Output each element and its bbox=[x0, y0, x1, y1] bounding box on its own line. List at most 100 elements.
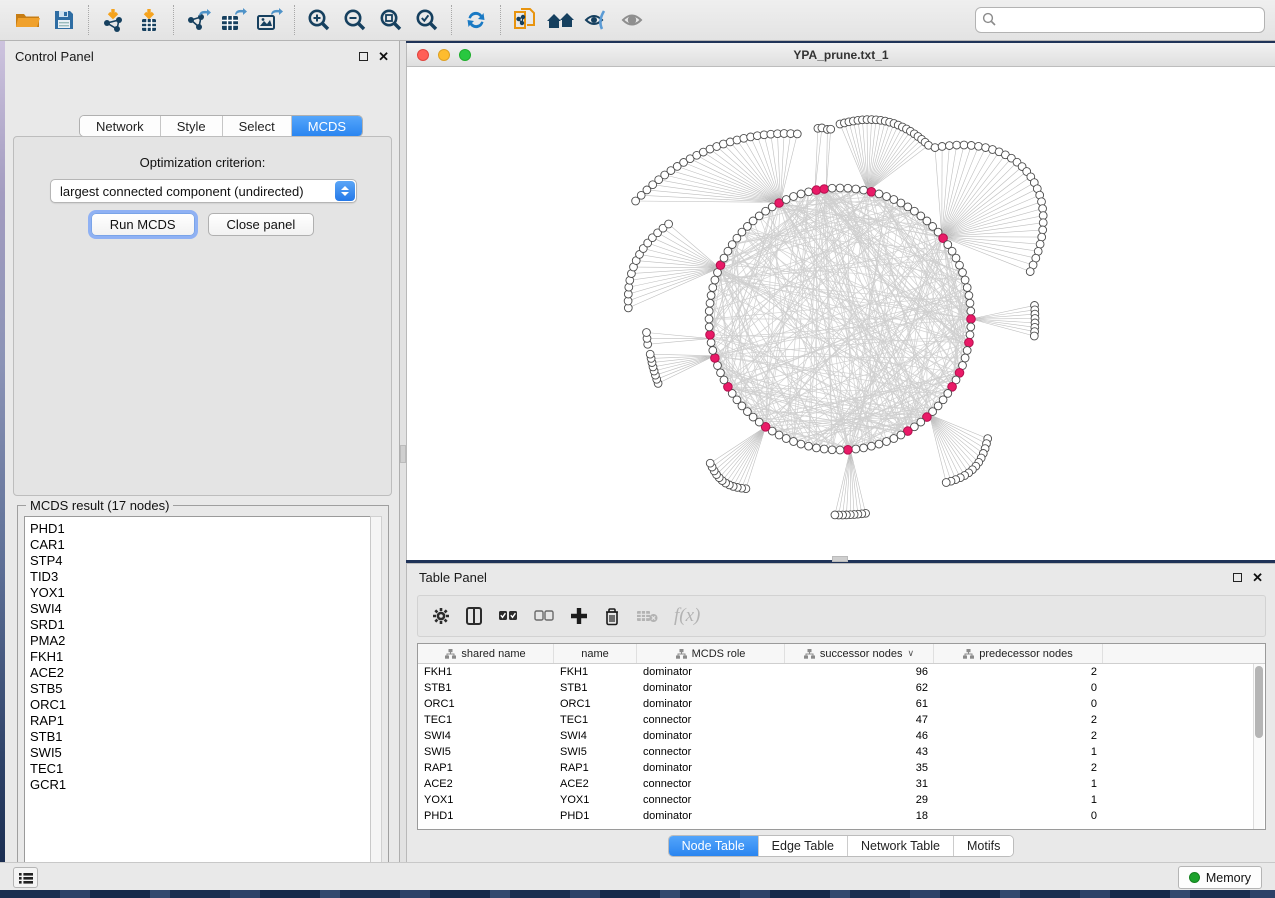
mcds-result-item[interactable]: RAP1 bbox=[30, 713, 371, 729]
mcds-result-item[interactable]: STB1 bbox=[30, 729, 371, 745]
table-scrollbar[interactable] bbox=[1253, 664, 1264, 829]
table-row[interactable]: PHD1PHD1dominator180 bbox=[418, 808, 1265, 824]
column-header-successor-nodes[interactable]: successor nodes ∨ bbox=[785, 644, 934, 663]
mcds-result-item[interactable]: TID3 bbox=[30, 569, 371, 585]
zoom-out-icon bbox=[343, 8, 367, 32]
tab-node-table[interactable]: Node Table bbox=[669, 836, 759, 856]
control-panel-title: Control Panel bbox=[15, 49, 94, 64]
home-button[interactable] bbox=[544, 4, 578, 36]
mcds-result-item[interactable]: PHD1 bbox=[30, 521, 371, 537]
hide-selected-button[interactable] bbox=[580, 4, 614, 36]
table-cell: dominator bbox=[637, 730, 785, 742]
mcds-result-scrollbar[interactable] bbox=[370, 516, 382, 872]
clone-network-button[interactable] bbox=[508, 4, 542, 36]
memory-button[interactable]: Memory bbox=[1178, 866, 1262, 889]
zoom-selected-button[interactable] bbox=[410, 4, 444, 36]
mcds-result-group: MCDS result (17 nodes) PHD1CAR1STP4TID3Y… bbox=[17, 505, 389, 879]
mcds-result-item[interactable]: SWI5 bbox=[30, 745, 371, 761]
run-mcds-button[interactable]: Run MCDS bbox=[91, 213, 195, 236]
tab-select[interactable]: Select bbox=[223, 116, 292, 136]
table-row[interactable]: ACE2ACE2connector311 bbox=[418, 776, 1265, 792]
mcds-result-item[interactable]: SRD1 bbox=[30, 617, 371, 633]
tab-style[interactable]: Style bbox=[161, 116, 223, 136]
import-network-button[interactable] bbox=[96, 4, 130, 36]
save-session-button[interactable] bbox=[47, 4, 81, 36]
table-row[interactable]: ORC1ORC1dominator610 bbox=[418, 696, 1265, 712]
tab-motifs[interactable]: Motifs bbox=[954, 836, 1013, 856]
column-header-predecessor-nodes[interactable]: predecessor nodes bbox=[934, 644, 1103, 663]
table-row[interactable]: YOX1YOX1connector291 bbox=[418, 792, 1265, 808]
tab-edge-table[interactable]: Edge Table bbox=[759, 836, 848, 856]
mcds-result-item[interactable]: PMA2 bbox=[30, 633, 371, 649]
select-all-button[interactable] bbox=[498, 601, 518, 631]
mcds-result-item[interactable]: STB5 bbox=[30, 681, 371, 697]
mcds-result-item[interactable]: SWI4 bbox=[30, 601, 371, 617]
close-panel-button[interactable]: Close panel bbox=[208, 213, 315, 236]
zoom-out-button[interactable] bbox=[338, 4, 372, 36]
column-header-shared-name[interactable]: shared name bbox=[418, 644, 554, 663]
import-table-icon bbox=[138, 8, 160, 32]
horizontal-splitter-handle[interactable] bbox=[832, 556, 848, 562]
tab-network[interactable]: Network bbox=[80, 116, 161, 136]
delete-column-button[interactable] bbox=[604, 601, 620, 631]
table-row[interactable]: TEC1TEC1connector472 bbox=[418, 712, 1265, 728]
function-builder-button[interactable]: f(x) bbox=[674, 601, 700, 631]
show-all-button[interactable] bbox=[616, 4, 650, 36]
task-history-button[interactable] bbox=[13, 867, 38, 888]
scrollbar-thumb[interactable] bbox=[1255, 666, 1263, 738]
zoom-in-button[interactable] bbox=[302, 4, 336, 36]
table-cell: 2 bbox=[934, 730, 1103, 742]
mcds-result-item[interactable]: YOX1 bbox=[30, 585, 371, 601]
table-settings-button[interactable] bbox=[432, 601, 450, 631]
table-row[interactable]: FKH1FKH1dominator962 bbox=[418, 664, 1265, 680]
table-row[interactable]: RAP1RAP1dominator352 bbox=[418, 760, 1265, 776]
memory-label: Memory bbox=[1206, 871, 1251, 885]
criterion-dropdown[interactable]: largest connected component (undirected) bbox=[50, 179, 357, 203]
column-header-name[interactable]: name bbox=[554, 644, 637, 663]
table-toolbar: f(x) bbox=[417, 595, 1266, 637]
mcds-result-item[interactable]: STP4 bbox=[30, 553, 371, 569]
home-icon bbox=[546, 9, 576, 31]
close-panel-icon[interactable]: ✕ bbox=[1252, 573, 1263, 582]
mcds-result-item[interactable]: GCR1 bbox=[30, 777, 371, 793]
export-network-icon bbox=[185, 8, 211, 32]
table-row[interactable]: STB1STB1dominator620 bbox=[418, 680, 1265, 696]
desktop: Control Panel ✕ Network Style Select MCD… bbox=[0, 0, 1275, 898]
close-panel-icon[interactable]: ✕ bbox=[378, 52, 389, 61]
tab-mcds[interactable]: MCDS bbox=[292, 116, 362, 136]
mcds-result-item[interactable]: ORC1 bbox=[30, 697, 371, 713]
table-row[interactable]: SWI4SWI4dominator462 bbox=[418, 728, 1265, 744]
float-panel-icon[interactable] bbox=[1233, 573, 1242, 582]
table-cell: RAP1 bbox=[418, 762, 554, 774]
mcds-result-list[interactable]: PHD1CAR1STP4TID3YOX1SWI4SRD1PMA2FKH1ACE2… bbox=[24, 516, 372, 872]
network-canvas[interactable] bbox=[407, 67, 1275, 560]
mcds-result-item[interactable]: CAR1 bbox=[30, 537, 371, 553]
search-input[interactable] bbox=[975, 7, 1265, 33]
delete-table-button[interactable] bbox=[636, 601, 658, 631]
zoom-fit-button[interactable] bbox=[374, 4, 408, 36]
mcds-result-item[interactable]: ACE2 bbox=[30, 665, 371, 681]
create-column-button[interactable] bbox=[570, 601, 588, 631]
clone-network-icon bbox=[513, 7, 537, 33]
refresh-button[interactable] bbox=[459, 4, 493, 36]
deselect-all-button[interactable] bbox=[534, 601, 554, 631]
export-image-icon bbox=[257, 8, 283, 32]
column-header-mcds-role[interactable]: MCDS role bbox=[637, 644, 785, 663]
open-session-button[interactable] bbox=[11, 4, 45, 36]
network-titlebar[interactable]: YPA_prune.txt_1 bbox=[407, 43, 1275, 67]
import-table-button[interactable] bbox=[132, 4, 166, 36]
table-cell: 1 bbox=[934, 746, 1103, 758]
export-network-button[interactable] bbox=[181, 4, 215, 36]
table-cell: YOX1 bbox=[418, 794, 554, 806]
mcds-result-item[interactable]: TEC1 bbox=[30, 761, 371, 777]
tab-network-table[interactable]: Network Table bbox=[848, 836, 954, 856]
show-columns-button[interactable] bbox=[466, 601, 482, 631]
toolbar-separator bbox=[173, 5, 174, 35]
export-table-icon bbox=[221, 8, 247, 32]
export-image-button[interactable] bbox=[253, 4, 287, 36]
table-row[interactable]: SWI5SWI5connector431 bbox=[418, 744, 1265, 760]
network-title: YPA_prune.txt_1 bbox=[407, 48, 1275, 62]
export-table-button[interactable] bbox=[217, 4, 251, 36]
float-panel-icon[interactable] bbox=[359, 52, 368, 61]
mcds-result-item[interactable]: FKH1 bbox=[30, 649, 371, 665]
